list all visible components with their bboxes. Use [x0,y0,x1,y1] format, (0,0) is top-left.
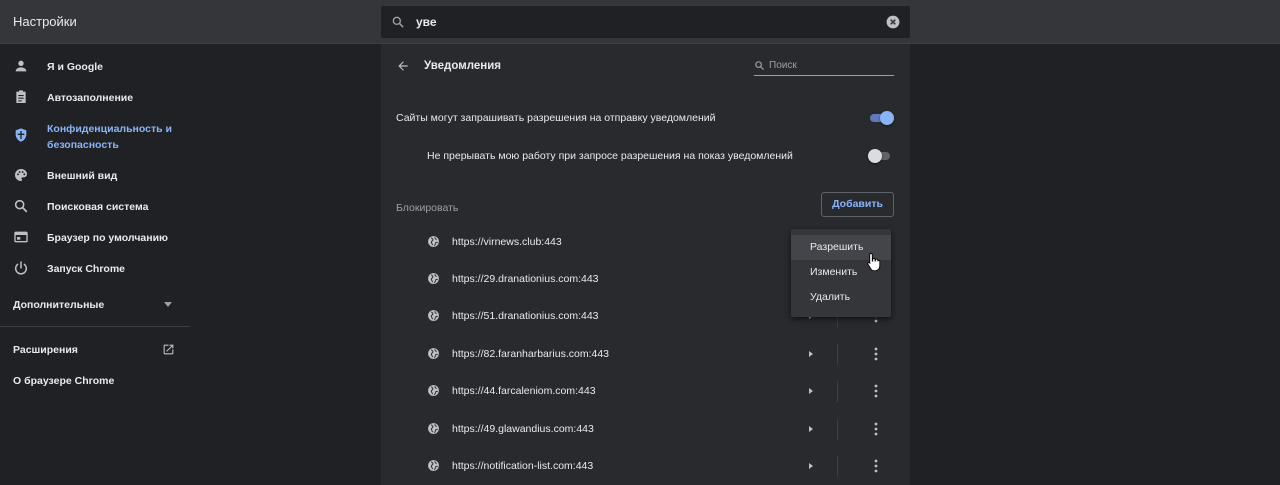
search-input-value[interactable]: уве [416,15,437,29]
browser-icon [14,231,28,243]
sidebar-advanced[interactable]: Дополнительные [13,299,104,311]
sidebar-item-autofill[interactable]: Автозаполнение [0,82,190,112]
block-section-label: Блокировать [396,202,459,214]
sidebar-item-search-engine[interactable]: Поисковая система [0,191,190,221]
search-icon [392,16,404,28]
back-arrow-icon[interactable] [396,59,410,73]
clipboard-icon [16,90,26,103]
chevron-right-icon[interactable] [807,424,815,434]
palette-icon [15,169,27,181]
menu-item-label: Удалить [810,291,851,303]
sidebar-item-label: Браузер по умолчанию [47,232,169,244]
sidebar-item-label: Поисковая система [47,201,149,213]
sidebar: Я и Google Автозаполнение Конфиденциальн… [0,45,190,485]
row-separator [837,456,838,477]
menu-item-label: Разрешить [810,241,864,253]
sidebar-item-label: Запуск Chrome [47,263,126,275]
panel-search-placeholder: Поиск [769,60,797,71]
sidebar-item-label: Я и Google [47,61,104,73]
site-context-menu: Разрешить Изменить Удалить [791,229,891,317]
toggle-ask-notifications[interactable] [870,111,894,125]
site-url: https://29.dranationius.com:443 [452,273,599,285]
setting-quiet-label: Не прерывать мою работу при запросе разр… [427,150,793,162]
sidebar-item-google[interactable]: Я и Google [0,51,190,81]
site-row[interactable]: https://49.glawandius.com:443 [381,411,910,448]
clear-search-icon[interactable] [886,15,900,29]
row-separator [837,381,838,402]
settings-search-box[interactable]: уве [381,6,910,38]
shield-icon [15,128,27,142]
row-separator [837,419,838,440]
chevron-right-icon[interactable] [807,349,815,359]
person-icon [15,60,27,72]
row-separator [837,344,838,365]
sidebar-item-label: Автозаполнение [47,92,134,104]
menu-item-label: Изменить [810,266,858,278]
globe-icon [428,385,439,396]
site-url: https://82.faranharbarius.com:443 [452,348,610,360]
globe-icon [428,348,439,359]
chevron-right-icon[interactable] [807,386,815,396]
site-row[interactable]: https://44.farcaleniom.com:443 [381,373,910,410]
sidebar-item-label: Конфиденциальность и безопасность [47,123,172,151]
top-bar: Настройки уве [0,0,1280,44]
setting-ask-label: Сайты могут запрашивать разрешения на от… [396,112,716,124]
chevron-down-icon[interactable] [164,302,172,308]
globe-icon [428,236,439,247]
sidebar-divider [0,326,190,327]
menu-item-remove[interactable]: Удалить [791,285,891,310]
globe-icon [428,423,439,434]
sidebar-item-label: Внешний вид [47,170,118,182]
app-title: Настройки [13,14,77,29]
page-title: Уведомления [424,60,501,72]
sidebar-item-startup[interactable]: Запуск Chrome [0,253,190,283]
site-url: https://44.farcaleniom.com:443 [452,385,596,397]
sidebar-item-appearance[interactable]: Внешний вид [0,160,190,190]
search-icon [755,61,764,70]
chevron-right-icon[interactable] [807,461,815,471]
more-vert-icon[interactable] [870,347,882,361]
toggle-quiet-messaging[interactable] [868,149,892,163]
sidebar-item-default-browser[interactable]: Браузер по умолчанию [0,222,190,252]
panel-search-input[interactable]: Поиск [754,58,894,76]
sidebar-about[interactable]: О браузере Chrome [13,375,114,387]
power-icon [15,261,27,275]
site-row[interactable]: https://82.faranharbarius.com:443 [381,336,910,373]
globe-icon [428,273,439,284]
more-vert-icon[interactable] [870,459,882,473]
globe-icon [428,310,439,321]
site-url: https://51.dranationius.com:443 [452,310,599,322]
sidebar-item-privacy[interactable]: Конфиденциальность и безопасность [0,113,190,153]
open-in-new-icon[interactable] [162,343,175,356]
more-vert-icon[interactable] [870,422,882,436]
globe-icon [428,460,439,471]
site-row[interactable]: https://notification-list.com:443 [381,448,910,485]
sidebar-extensions[interactable]: Расширения [13,344,78,356]
more-vert-icon[interactable] [870,384,882,398]
hand-cursor-icon [867,253,881,272]
site-url: https://notification-list.com:443 [452,460,594,472]
site-url: https://49.glawandius.com:443 [452,423,594,435]
add-button[interactable]: Добавить [821,192,894,217]
search-icon [14,199,28,213]
site-url: https://virnews.club:443 [452,236,562,248]
